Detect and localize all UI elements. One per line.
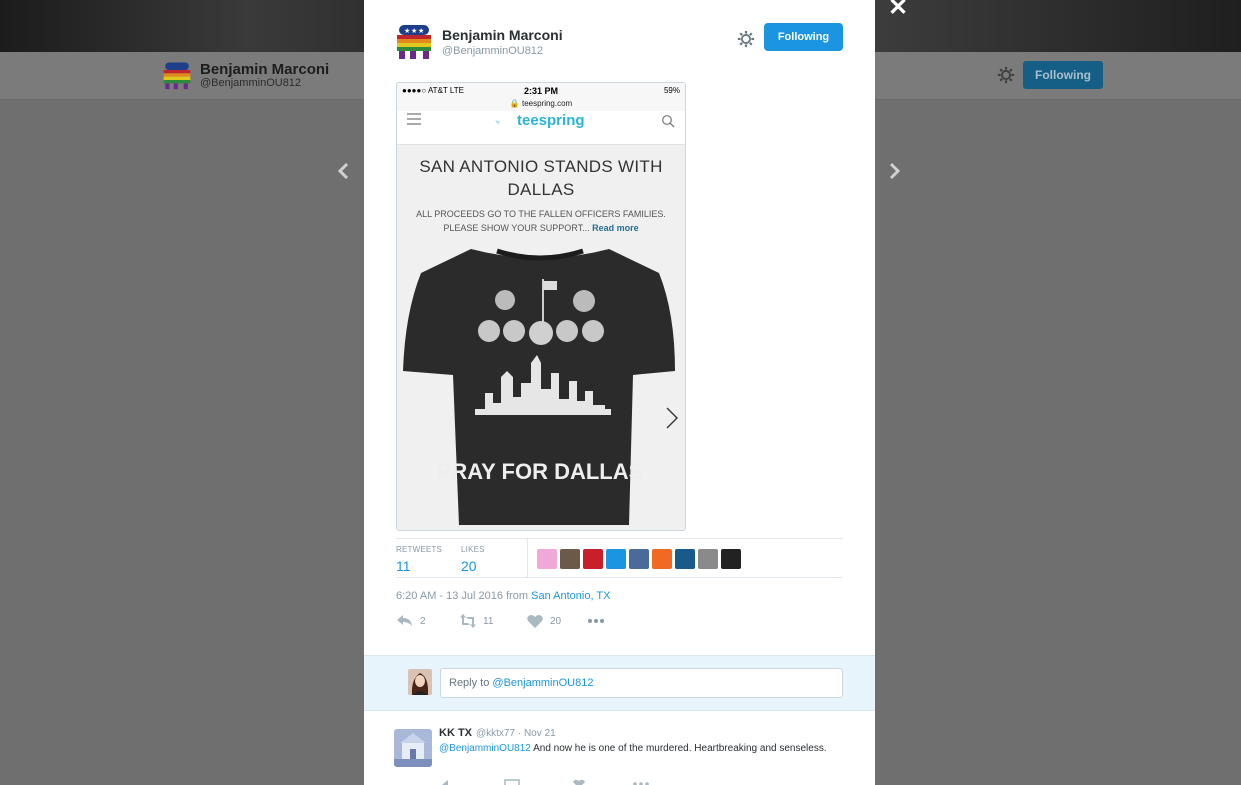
author-handle[interactable]: @BenjamminOU812: [442, 45, 543, 57]
gear-icon[interactable]: [737, 30, 755, 48]
retweets-stat[interactable]: RETWEETS 11: [396, 545, 442, 574]
reply-text: @BenjamminOU812 And now he is one of the…: [439, 742, 839, 756]
site-nav: teespring: [397, 111, 685, 145]
author-name[interactable]: Benjamin Marconi: [442, 27, 563, 43]
more-icon: [588, 619, 604, 623]
heart-icon: [527, 614, 543, 628]
retweet-count: 11: [483, 616, 494, 627]
liker-avatars: [537, 549, 744, 569]
reply-placeholder: Reply to: [449, 677, 490, 689]
liker-avatar[interactable]: [560, 549, 580, 569]
liker-avatar[interactable]: [583, 549, 603, 569]
phone-status-bar: ●●●●○ AT&T LTE 2:31 PM 59%: [397, 83, 685, 99]
liker-avatar[interactable]: [606, 549, 626, 569]
carousel-next-icon[interactable]: [665, 405, 679, 431]
close-icon[interactable]: ✕: [887, 0, 909, 20]
retweet-icon: [460, 614, 476, 628]
campaign-title: SAN ANTONIO STANDS WITH DALLAS: [419, 157, 663, 199]
liker-avatar[interactable]: [537, 549, 557, 569]
retweets-label: RETWEETS: [396, 545, 443, 554]
tweet-modal: ★ ★ ★ Benjamin Marconi @BenjamminOU812 F…: [364, 0, 875, 785]
likes-label: LIKES: [461, 545, 485, 554]
reply-author-meta[interactable]: @kktx77 · Nov 21: [476, 728, 556, 739]
profile-name: Benjamin Marconi: [200, 61, 330, 78]
reply-count: 2: [420, 616, 426, 627]
profile-handle: @BenjamminOU812: [200, 77, 302, 89]
reply-text-mention[interactable]: @BenjamminOU812: [439, 743, 531, 754]
tweet-timestamp: 6:20 AM - 13 Jul 2016 from San Antonio, …: [396, 590, 610, 602]
gear-icon[interactable]: [997, 66, 1015, 84]
previous-arrow-icon[interactable]: [334, 158, 354, 184]
svg-text:★: ★: [418, 27, 424, 35]
svg-text:★: ★: [404, 27, 410, 35]
tshirt-image: PRAY FOR DALLAS: [403, 248, 675, 525]
liker-avatar[interactable]: [721, 549, 741, 569]
location-link[interactable]: San Antonio, TX: [531, 590, 610, 602]
campaign-description: ALL PROCEEDS GO TO THE FALLEN OFFICERS F…: [407, 207, 675, 235]
reply-composer: Reply to @BenjamminOU812: [364, 655, 875, 711]
reply-icon[interactable]: [442, 780, 448, 785]
read-more-link: Read more: [592, 223, 639, 233]
search-icon: [662, 115, 675, 128]
phone-url: 🔒 teespring.com: [397, 99, 685, 111]
retweets-count: 11: [396, 558, 411, 574]
reply-author-name[interactable]: KK TX: [439, 727, 472, 739]
reply-icon: [397, 615, 412, 626]
reply-text-body: And now he is one of the murdered. Heart…: [530, 743, 827, 754]
like-count: 20: [550, 616, 562, 627]
shirt-slogan: PRAY FOR DALLAS: [437, 459, 644, 484]
tweet-stats: RETWEETS 11 LIKES 20: [396, 538, 843, 578]
liker-avatar[interactable]: [629, 549, 649, 569]
tweet-media-image[interactable]: ●●●●○ AT&T LTE 2:31 PM 59% 🔒 teespring.c…: [396, 82, 686, 531]
next-arrow-icon[interactable]: [884, 158, 904, 184]
retweet-icon[interactable]: [504, 779, 520, 785]
stats-divider: [527, 539, 528, 578]
user-avatar: [408, 669, 432, 695]
following-button[interactable]: Following: [1023, 61, 1103, 89]
liker-avatar[interactable]: [698, 549, 718, 569]
timestamp-text: 6:20 AM - 13 Jul 2016 from: [396, 590, 529, 602]
following-button[interactable]: Following: [764, 23, 843, 51]
likes-count: 20: [461, 558, 477, 574]
liker-avatar[interactable]: [652, 549, 672, 569]
profile-avatar: [163, 62, 191, 90]
menu-icon: [407, 113, 421, 125]
reply-tweet-actions: [442, 779, 649, 785]
site-logo: teespring: [517, 112, 585, 129]
heart-icon[interactable]: [573, 779, 585, 785]
reply-input[interactable]: Reply to @BenjamminOU812: [440, 668, 843, 698]
liker-avatar[interactable]: [675, 549, 695, 569]
svg-text:★: ★: [411, 27, 417, 35]
reply-author-avatar[interactable]: [394, 729, 432, 767]
phone-time: 2:31 PM: [524, 86, 559, 96]
author-avatar[interactable]: ★ ★ ★: [396, 23, 432, 59]
battery-label: 59%: [663, 86, 680, 95]
reply-mention: @BenjamminOU812: [492, 677, 594, 689]
cart-icon: [495, 120, 500, 124]
carrier-label: ●●●●○ AT&T LTE: [402, 86, 464, 95]
likes-stat[interactable]: LIKES 20: [461, 545, 485, 574]
